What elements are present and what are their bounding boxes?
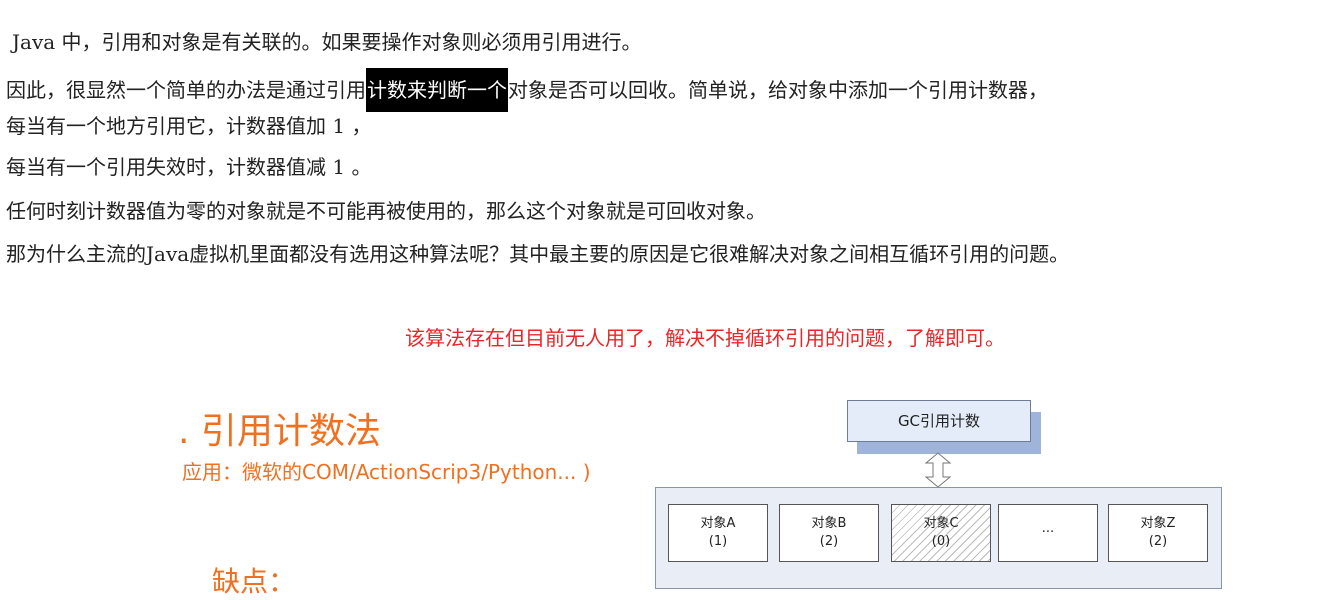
object-name: 对象C — [923, 516, 959, 531]
slide-subtitle: 应用：微软的COM/ActionScrip3/Python... ) — [182, 460, 591, 484]
text: 对象是否可以回收。简单说，给对象中添加一个引用计数器， — [508, 78, 1048, 102]
object-box: 对象A (1) — [668, 504, 768, 562]
paragraph-line-2: 因此，很显然一个简单的办法是通过引用计数来判断一个对象是否可以回收。简单说，给对… — [6, 68, 1048, 112]
object-box-collectable: 对象C (0) — [891, 504, 991, 562]
paragraph-line-1: Java 中，引用和对象是有关联的。如果要操作对象则必须用引用进行。 — [12, 30, 642, 54]
paragraph-line-5: 任何时刻计数器值为零的对象就是不可能再被使用的，那么这个对象就是可回收对象。 — [6, 199, 766, 223]
slide-heading-cut: 缺点： — [212, 565, 297, 598]
double-arrow-icon — [924, 452, 952, 488]
slide-title: . 引用计数法 — [178, 411, 381, 452]
paragraph-line-3: 每当有一个地方引用它，计数器值加 1 ， — [6, 114, 372, 138]
object-box: 对象B (2) — [779, 504, 879, 562]
object-count: (2) — [1148, 534, 1168, 549]
object-count: (1) — [708, 534, 728, 549]
red-note: 该算法存在但目前无人用了，解决不掉循环引用的问题，了解即可。 — [405, 326, 1005, 350]
object-box-ellipsis: ··· — [998, 504, 1098, 562]
object-name: 对象B — [811, 516, 847, 531]
object-name: 对象A — [700, 516, 736, 531]
object-name: ··· — [1041, 525, 1055, 540]
object-box: 对象Z (2) — [1108, 504, 1208, 562]
paragraph-line-4: 每当有一个引用失效时，计数器值减 1 。 — [6, 155, 372, 179]
object-count: (2) — [819, 534, 839, 549]
object-name: 对象Z — [1140, 516, 1176, 531]
paragraph-line-6: 那为什么主流的Java虚拟机里面都没有选用这种算法呢？其中最主要的原因是它很难解… — [6, 242, 1070, 266]
gc-box: GC引用计数 — [847, 400, 1031, 442]
text: 因此，很显然一个简单的办法是通过引用 — [6, 78, 366, 102]
object-count: (0) — [931, 534, 951, 549]
selected-text[interactable]: 计数来判断一个 — [366, 68, 508, 112]
